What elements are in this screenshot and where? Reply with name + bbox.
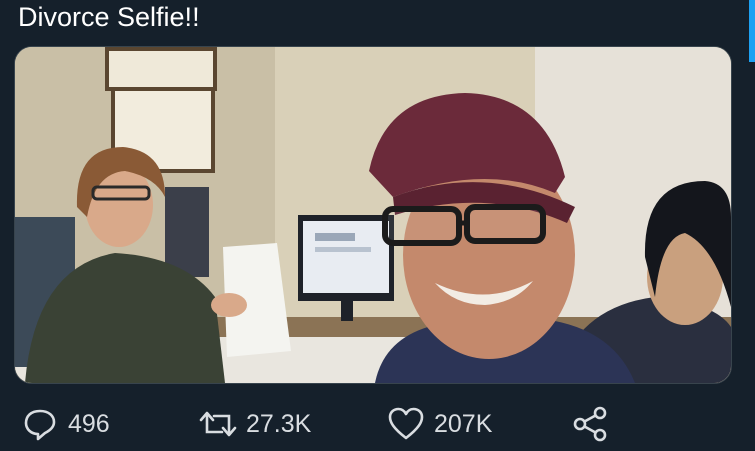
retweet-button[interactable]: 27.3K — [198, 402, 311, 446]
retweet-count: 27.3K — [246, 409, 312, 438]
photo-illustration — [15, 47, 731, 383]
heart-icon — [386, 404, 426, 444]
reply-button[interactable]: 496 — [20, 402, 110, 446]
tweet-text: Divorce Selfie!! — [18, 2, 200, 32]
reply-icon — [20, 404, 60, 444]
share-icon — [570, 404, 610, 444]
like-button[interactable]: 207K — [386, 402, 492, 446]
scroll-indicator — [749, 0, 755, 62]
like-count: 207K — [434, 409, 493, 438]
tweet-actions-bar: 496 27.3K 207K — [0, 402, 755, 446]
share-button[interactable] — [570, 402, 610, 446]
tweet-photo[interactable] — [14, 46, 732, 384]
reply-count: 496 — [68, 409, 110, 438]
retweet-icon — [198, 404, 238, 444]
